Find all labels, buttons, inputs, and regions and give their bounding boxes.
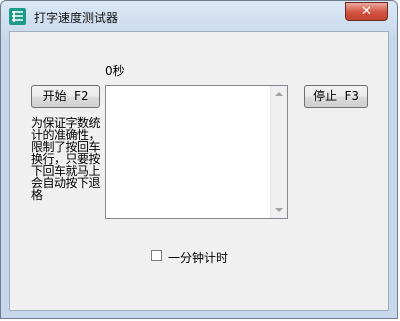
typing-textarea[interactable] <box>105 85 288 219</box>
vertical-scrollbar[interactable] <box>270 86 287 218</box>
instruction-note: 为保证字数统计的准确性，限制了按回车换行，只要按下回车就马上会自动按下退格 <box>31 116 101 202</box>
client-area: 0秒 开始 F2 停止 F3 为保证字数统计的准确性，限制了按回车换行，只要按下… <box>9 31 389 311</box>
close-icon: ✕ <box>361 4 372 19</box>
start-button[interactable]: 开始 F2 <box>31 85 100 108</box>
window-title: 打字速度测试器 <box>34 11 119 25</box>
scroll-up-icon[interactable] <box>275 92 283 96</box>
title-bar[interactable]: 打字速度测试器 ✕ <box>1 1 397 31</box>
timer-label: 0秒 <box>105 64 125 78</box>
stop-button[interactable]: 停止 F3 <box>304 85 368 108</box>
one-minute-label[interactable]: 一分钟计时 <box>168 249 228 266</box>
scroll-down-icon[interactable] <box>275 208 283 212</box>
close-button[interactable]: ✕ <box>345 2 388 21</box>
one-minute-checkbox[interactable] <box>151 250 162 261</box>
app-window: 打字速度测试器 ✕ 0秒 开始 F2 停止 F3 为保证字数统计的准确性，限制了… <box>0 0 398 319</box>
app-logo-icon <box>9 8 26 25</box>
